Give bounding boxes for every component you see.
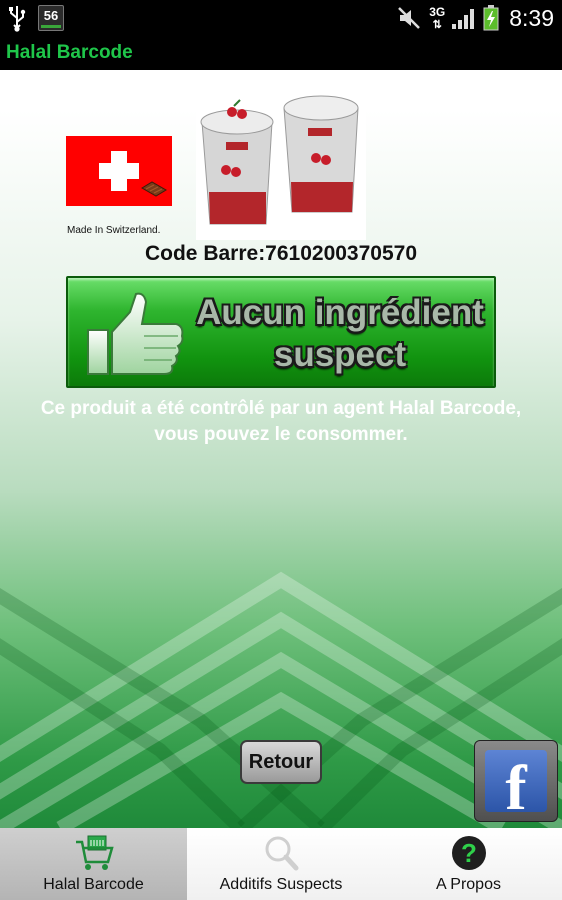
magnifier-icon xyxy=(265,836,299,871)
tab-a-propos[interactable]: ? A Propos xyxy=(375,828,562,900)
tab-label-halal-barcode: Halal Barcode xyxy=(43,876,144,893)
help-icon: ? xyxy=(451,836,486,870)
thumbs-up-icon xyxy=(87,292,184,375)
tab-label-a-propos: A Propos xyxy=(436,876,501,893)
verdict-line-2: suspect xyxy=(273,335,407,374)
verdict-text: Aucun ingrédient suspect xyxy=(190,292,490,376)
main-content: Made In Switzerland. Code Barre:76102003… xyxy=(0,70,562,828)
facebook-icon: f xyxy=(485,750,547,823)
status-icons: 3G ⇅ 8:39 xyxy=(397,2,554,34)
notification-count: 56 xyxy=(43,8,59,23)
app-title: Halal Barcode xyxy=(6,42,133,63)
barcode-text: Code Barre:7610200370570 xyxy=(144,242,418,265)
facebook-button[interactable]: f xyxy=(474,740,558,823)
verdict-banner: Aucun ingrédient suspect xyxy=(66,276,496,388)
cart-icon xyxy=(75,835,114,870)
app-title-bar: Halal Barcode xyxy=(0,36,562,70)
network-type: 3G xyxy=(429,4,446,19)
info-line-2: vous pouvez le consommer. xyxy=(154,424,408,445)
chocolate-icon xyxy=(141,181,167,197)
tab-halal-barcode[interactable]: Halal Barcode xyxy=(0,828,187,900)
info-line-1: Ce produit a été contrôlé par un agent H… xyxy=(40,398,522,419)
usb-icon xyxy=(9,6,26,32)
network-indicator: 3G ⇅ xyxy=(429,4,446,31)
origin-label: Made In Switzerland. xyxy=(67,225,161,236)
signal-icon xyxy=(452,9,475,29)
svg-text:?: ? xyxy=(461,838,477,868)
verdict-line-1: Aucun ingrédient xyxy=(196,293,484,332)
mute-icon xyxy=(398,7,421,29)
battery-charging-icon xyxy=(483,5,499,31)
back-button[interactable]: Retour xyxy=(240,740,322,784)
notification-badge: 56 xyxy=(38,5,64,31)
info-message: Ce produit a été contrôlé par un agent H… xyxy=(0,396,562,448)
status-bar: 56 3G ⇅ 8:39 xyxy=(0,0,562,36)
tab-additifs-suspects[interactable]: Additifs Suspects xyxy=(187,828,375,900)
bottom-tab-bar: Halal Barcode Additifs Suspects ? A Prop… xyxy=(0,828,562,900)
clock: 8:39 xyxy=(509,4,554,31)
yogurt-cups-image xyxy=(196,82,366,240)
swiss-flag-icon xyxy=(66,136,172,206)
tab-label-additifs-suspects: Additifs Suspects xyxy=(219,876,343,893)
